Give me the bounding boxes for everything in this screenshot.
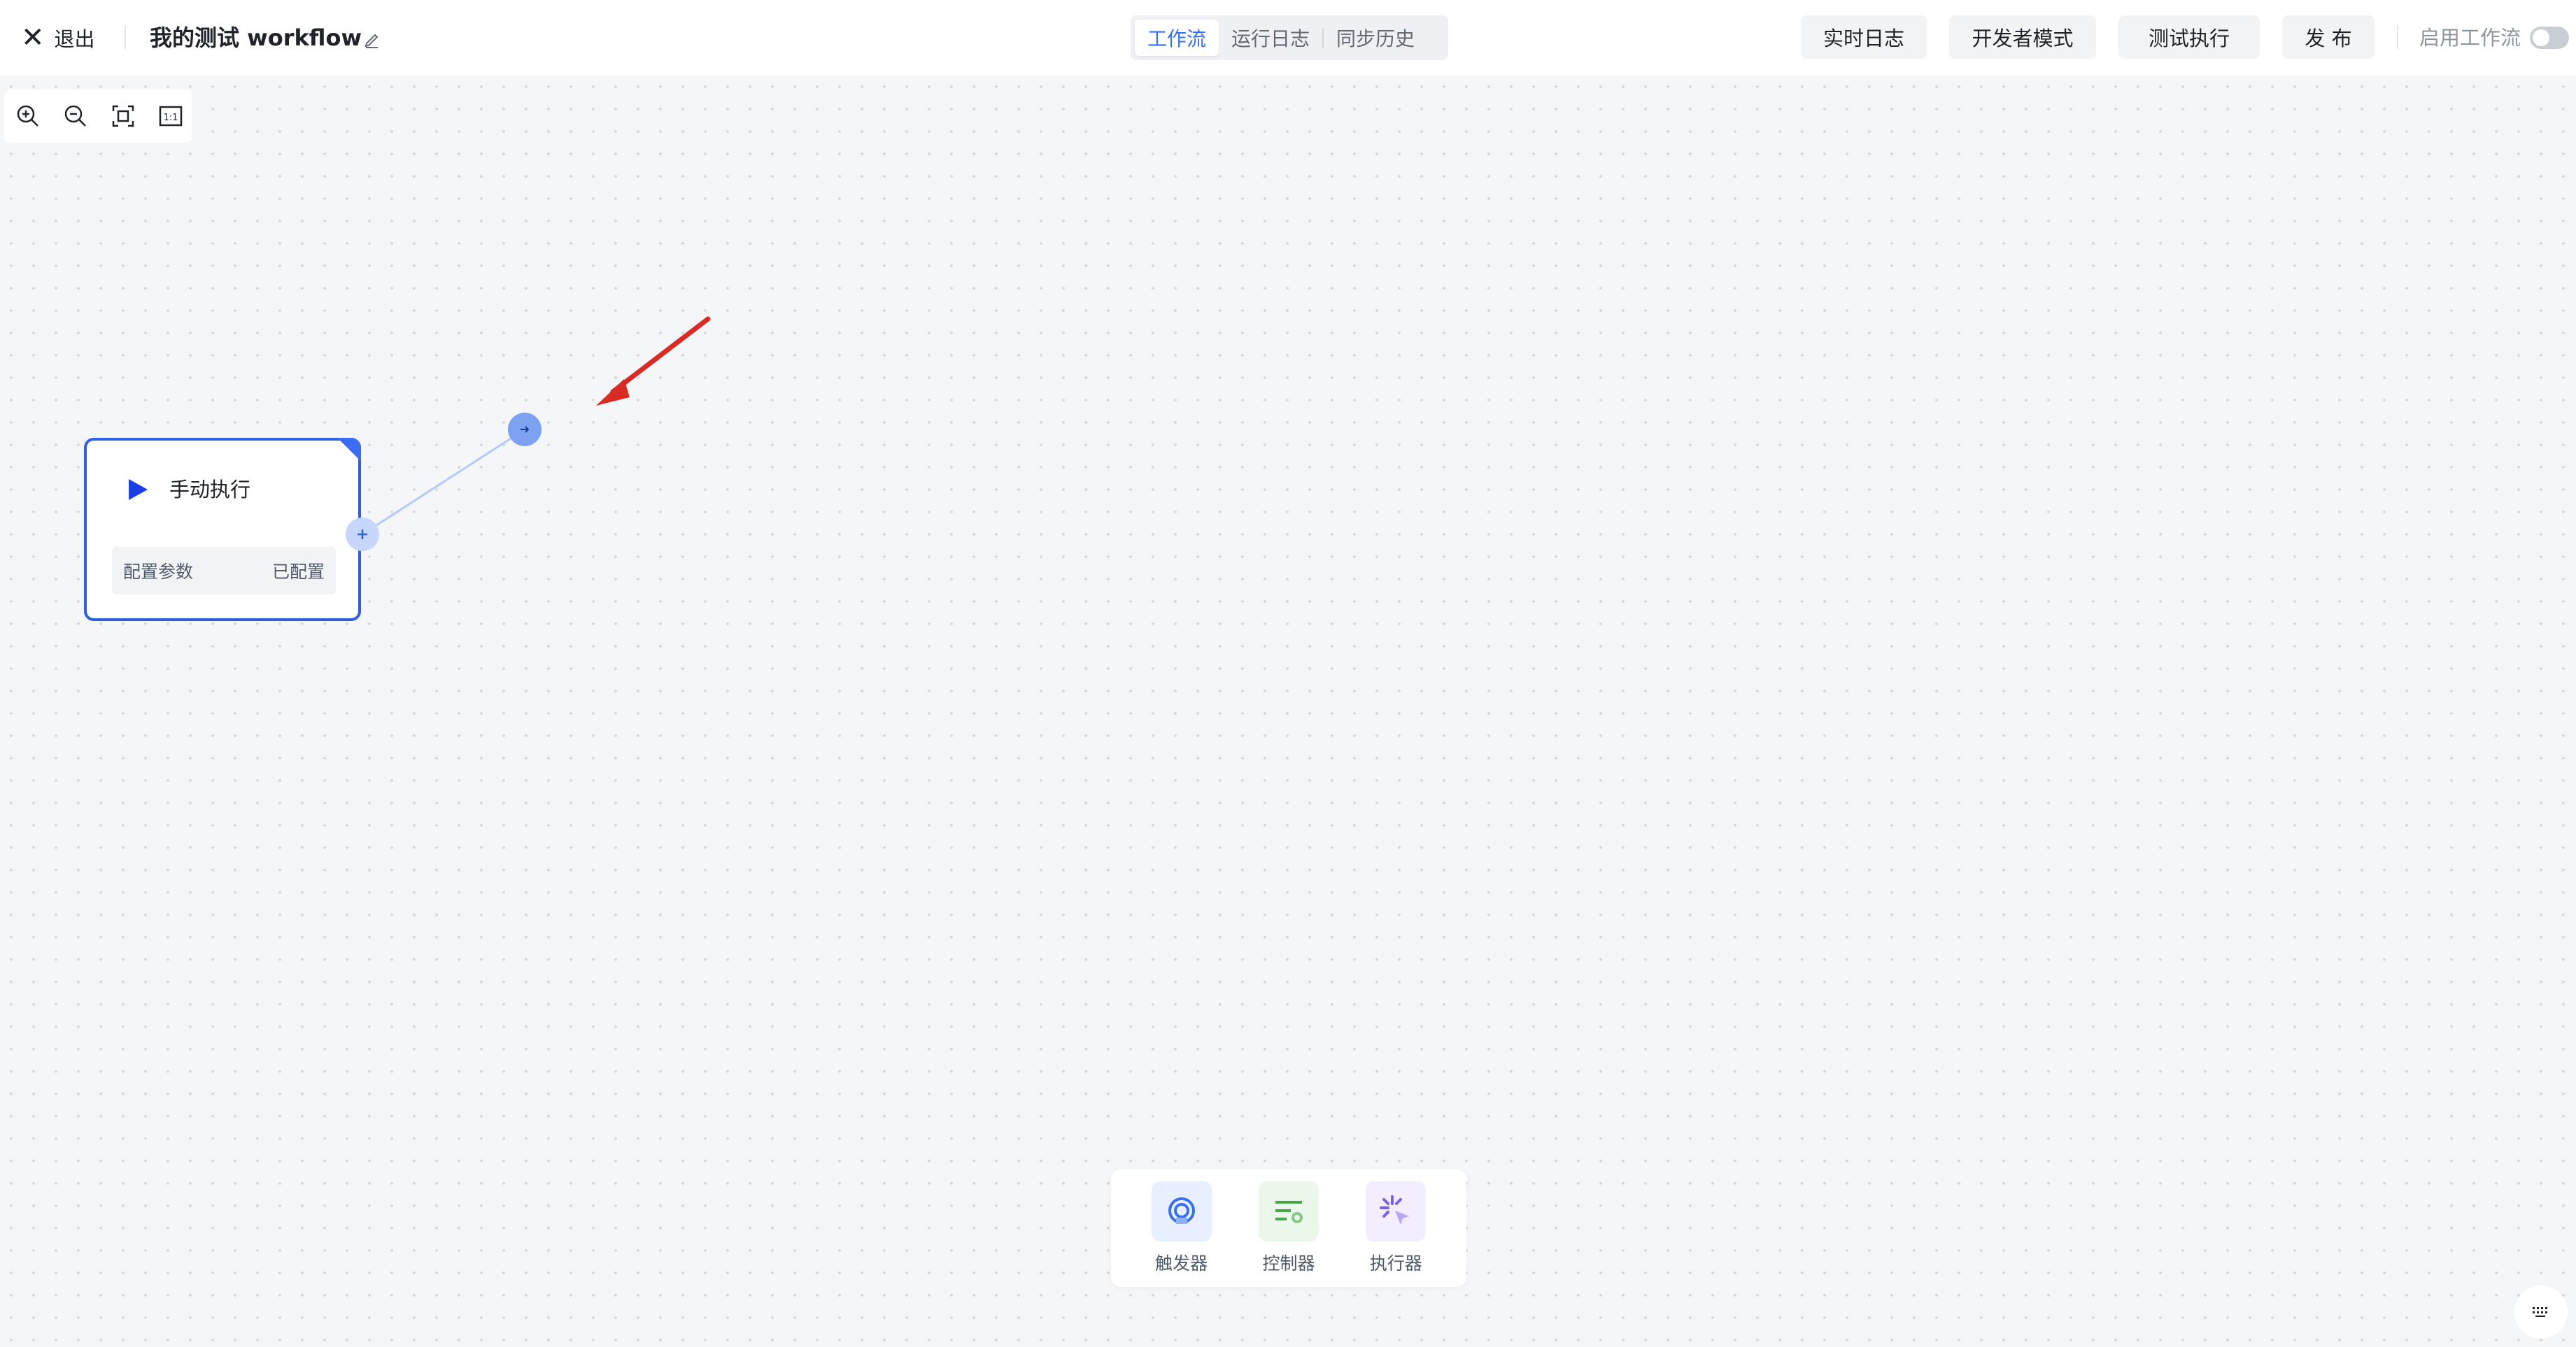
minimap-button[interactable] bbox=[2514, 1285, 2568, 1339]
enable-workflow-toggle[interactable] bbox=[2530, 27, 2569, 49]
developer-mode-button[interactable]: 开发者模式 bbox=[1949, 15, 2096, 59]
play-icon bbox=[129, 479, 148, 500]
top-header: ✕ 退出 我的测试 workflow 工作流 运行日志 同步历史 实时日志 开发… bbox=[0, 0, 2576, 76]
manual-run-node[interactable]: 手动执行 配置参数 已配置 bbox=[84, 438, 361, 621]
enable-workflow-label: 启用工作流 bbox=[2419, 26, 2521, 50]
node-palette: 触发器 控制器 执行器 bbox=[1111, 1169, 1466, 1287]
trigger-icon bbox=[1151, 1181, 1212, 1241]
toggle-knob bbox=[2533, 29, 2549, 46]
exit-button[interactable]: ✕ 退出 bbox=[21, 21, 95, 55]
workflow-title: 我的测试 workflow bbox=[150, 24, 362, 51]
close-icon: ✕ bbox=[21, 22, 45, 54]
node-title: 手动执行 bbox=[169, 478, 251, 501]
tab-sync-history[interactable]: 同步历史 bbox=[1324, 20, 1427, 56]
edge-end-handle[interactable] bbox=[508, 413, 542, 446]
zoom-out-icon[interactable] bbox=[62, 102, 90, 130]
plus-icon bbox=[358, 529, 367, 539]
palette-item-executor[interactable]: 执行器 bbox=[1366, 1181, 1427, 1275]
svg-text:1:1: 1:1 bbox=[164, 113, 178, 123]
test-run-button[interactable]: 测试执行 bbox=[2118, 15, 2260, 59]
fit-view-icon[interactable] bbox=[109, 102, 137, 130]
keyboard-icon bbox=[2533, 1307, 2547, 1317]
actual-size-icon[interactable]: 1:1 bbox=[157, 102, 185, 130]
palette-label-executor: 执行器 bbox=[1369, 1253, 1422, 1274]
add-next-node-handle[interactable] bbox=[346, 518, 379, 551]
palette-item-trigger[interactable]: 触发器 bbox=[1151, 1181, 1212, 1275]
palette-item-controller[interactable]: 控制器 bbox=[1258, 1181, 1319, 1275]
node-corner-marker bbox=[337, 438, 361, 462]
executor-icon bbox=[1366, 1181, 1427, 1241]
config-label: 配置参数 bbox=[123, 562, 194, 582]
publish-button[interactable]: 发 布 bbox=[2282, 15, 2375, 59]
view-tabs: 工作流 运行日志 同步历史 bbox=[1131, 15, 1448, 60]
zoom-in-icon[interactable] bbox=[14, 102, 42, 130]
edit-title-icon[interactable] bbox=[361, 28, 383, 50]
tab-run-logs[interactable]: 运行日志 bbox=[1219, 20, 1322, 56]
node-config-row[interactable]: 配置参数 已配置 bbox=[112, 547, 336, 594]
config-status: 已配置 bbox=[271, 562, 325, 582]
header-divider bbox=[125, 25, 126, 49]
realtime-log-button[interactable]: 实时日志 bbox=[1801, 15, 1927, 59]
arrow-right-icon bbox=[521, 426, 530, 433]
tab-workflow[interactable]: 工作流 bbox=[1135, 20, 1219, 56]
zoom-toolbar: 1:1 bbox=[4, 90, 192, 143]
palette-label-trigger: 触发器 bbox=[1155, 1253, 1208, 1274]
header-divider-right bbox=[2397, 25, 2398, 49]
workflow-canvas[interactable] bbox=[0, 76, 2576, 1347]
palette-label-controller: 控制器 bbox=[1262, 1253, 1315, 1274]
exit-label: 退出 bbox=[54, 27, 95, 51]
controller-icon bbox=[1258, 1181, 1319, 1241]
